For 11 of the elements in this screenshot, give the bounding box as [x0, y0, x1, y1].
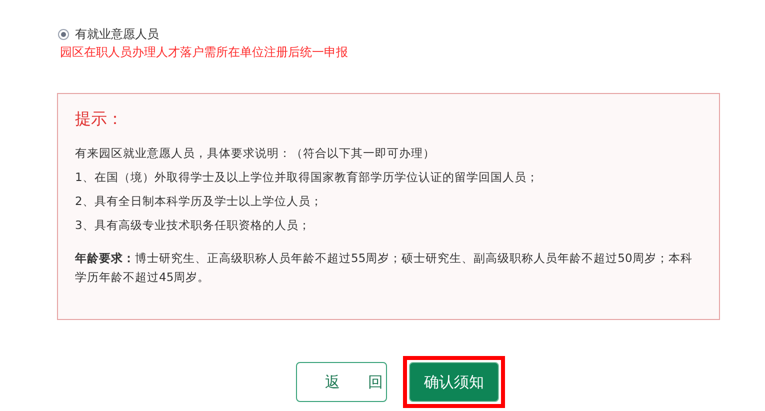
back-button[interactable]: 返回	[296, 362, 387, 402]
age-requirement: 年龄要求：博士研究生、正高级职称人员年龄不超过55周岁；硕士研究生、副高级职称人员年龄不超过50周岁；本科学历年龄不超过45周岁。	[75, 250, 694, 286]
tip-line: 3、具有高级专业技术职务任职资格的人员；	[75, 217, 312, 233]
tip-title: 提示：	[75, 108, 124, 130]
notice-text: 园区在职人员办理人才落户需所在单位注册后统一申报	[59, 44, 349, 60]
confirm-button[interactable]: 确认须知	[409, 362, 499, 402]
tip-line: 有来园区就业意愿人员，具体要求说明：（符合以下其一即可办理）	[75, 145, 436, 161]
radio-button[interactable]	[58, 28, 69, 40]
tip-line: 1、在国（境）外取得学士及以上学位并取得国家教育部学历学位认证的留学回国人员；	[75, 169, 540, 185]
option-label[interactable]: 有就业意愿人员	[75, 26, 159, 42]
tip-line: 2、具有全日制本科学历及学士以上学位人员；	[75, 193, 324, 209]
